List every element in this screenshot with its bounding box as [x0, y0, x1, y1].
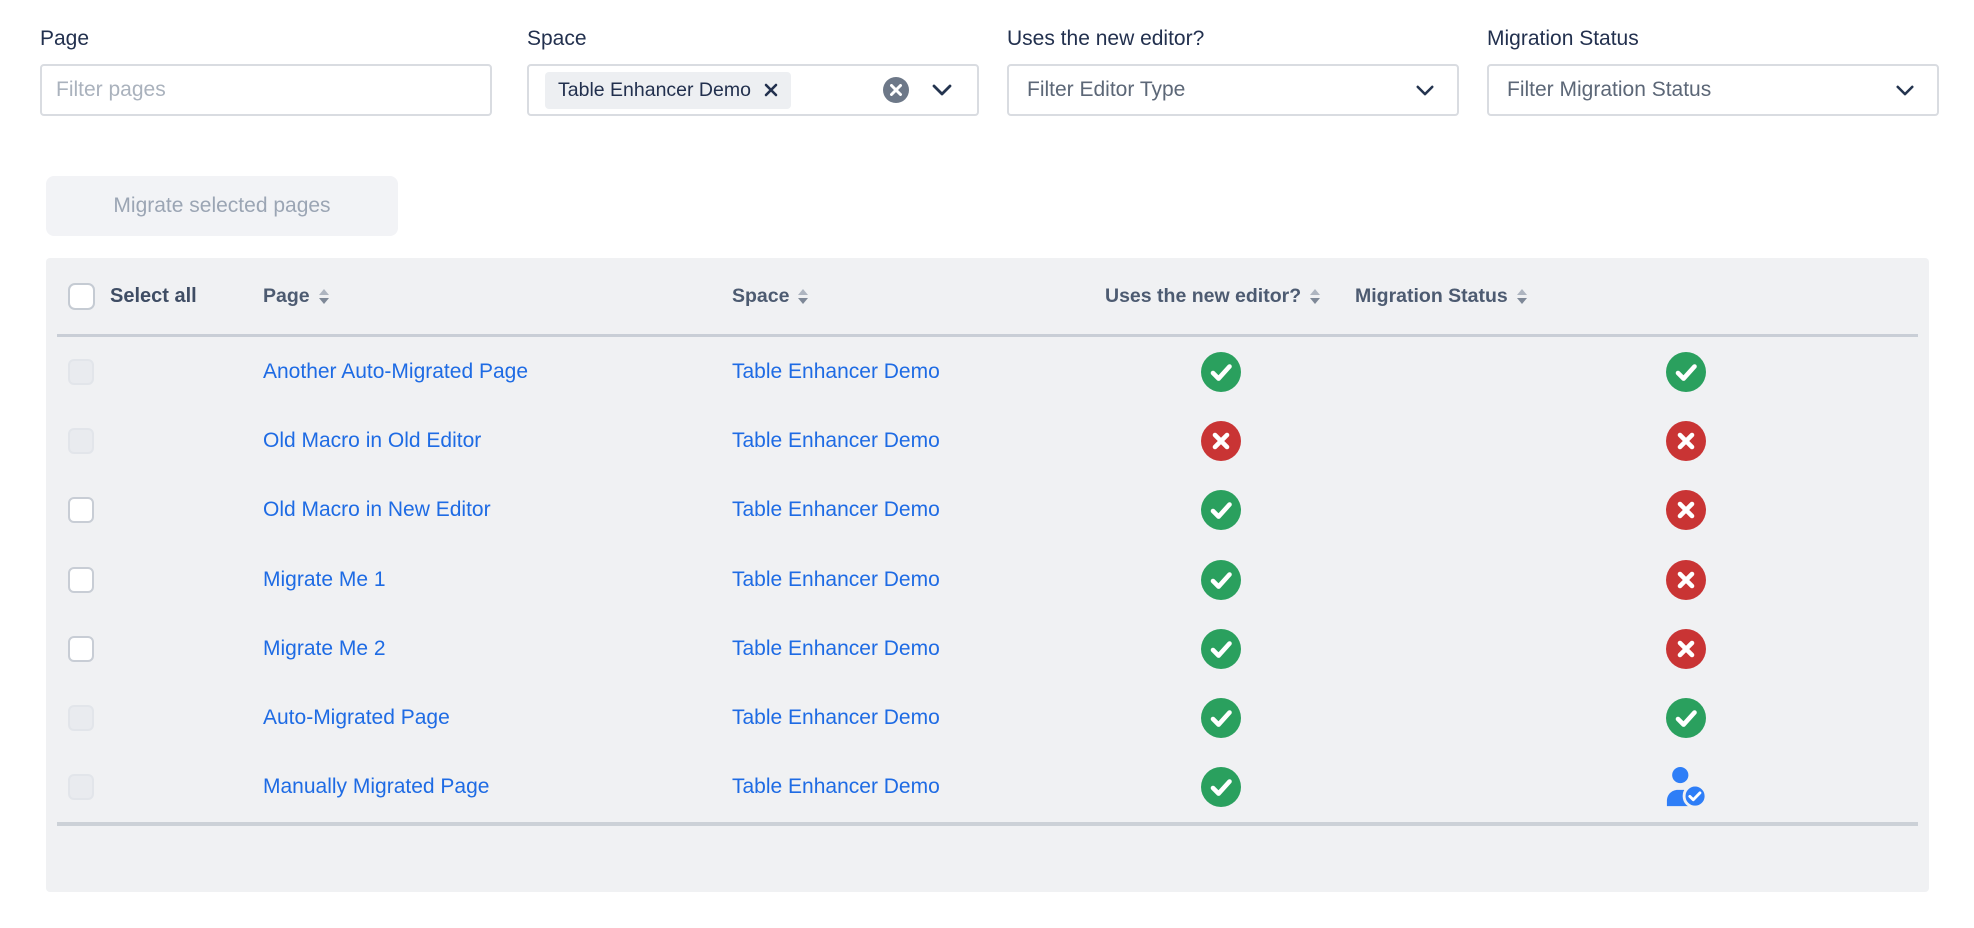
editor-filter-label: Uses the new editor?	[1007, 26, 1459, 52]
row-checkbox	[68, 774, 94, 800]
table-row: Auto-Migrated Page Table Enhancer Demo	[57, 683, 1918, 752]
table-bottom-divider	[57, 822, 1918, 826]
table-header-row: Select all Page Space Uses the new edito…	[57, 258, 1918, 337]
row-checkbox	[68, 428, 94, 454]
sort-icon[interactable]	[1310, 289, 1320, 304]
migration-filter-placeholder: Filter Migration Status	[1507, 78, 1895, 102]
space-dropdown-chevron-icon[interactable]	[931, 83, 953, 97]
status-yes-icon	[1200, 697, 1242, 739]
sort-icon[interactable]	[798, 289, 808, 304]
table-body: Another Auto-Migrated Page Table Enhance…	[57, 337, 1918, 822]
migration-dropdown-chevron-icon[interactable]	[1895, 84, 1915, 97]
column-header-space[interactable]: Space	[732, 285, 1105, 308]
table-row: Old Macro in New Editor Table Enhancer D…	[57, 476, 1918, 545]
space-filter-group: Space Table Enhancer Demo	[527, 26, 979, 116]
editor-filter-placeholder: Filter Editor Type	[1027, 78, 1415, 102]
column-header-migration-label: Migration Status	[1355, 285, 1508, 308]
space-link[interactable]: Table Enhancer Demo	[732, 637, 940, 660]
column-header-editor[interactable]: Uses the new editor?	[1105, 285, 1355, 308]
select-all-label: Select all	[110, 285, 197, 308]
space-selected-tag: Table Enhancer Demo	[545, 72, 791, 109]
column-header-migration[interactable]: Migration Status	[1355, 285, 1918, 308]
tag-remove-icon[interactable]	[764, 83, 778, 97]
column-header-space-label: Space	[732, 285, 789, 308]
row-checkbox[interactable]	[68, 636, 94, 662]
status-not-migrated-icon	[1665, 420, 1707, 462]
space-link[interactable]: Table Enhancer Demo	[732, 360, 940, 383]
status-no-icon	[1200, 420, 1242, 462]
migration-filter-group: Migration Status Filter Migration Status	[1487, 26, 1939, 116]
migrate-selected-button[interactable]: Migrate selected pages	[46, 176, 398, 236]
clear-all-icon[interactable]	[883, 77, 909, 103]
status-not-migrated-icon	[1665, 628, 1707, 670]
status-yes-icon	[1200, 489, 1242, 531]
status-yes-icon	[1200, 351, 1242, 393]
status-yes-icon	[1200, 628, 1242, 670]
row-checkbox	[68, 705, 94, 731]
space-tag-label: Table Enhancer Demo	[558, 79, 751, 102]
pages-table: Select all Page Space Uses the new edito…	[46, 258, 1929, 892]
status-yes-icon	[1200, 766, 1242, 808]
row-checkbox[interactable]	[68, 497, 94, 523]
space-link[interactable]: Table Enhancer Demo	[732, 498, 940, 521]
space-link[interactable]: Table Enhancer Demo	[732, 429, 940, 452]
page-filter-input[interactable]	[40, 64, 492, 116]
page-migration-screen: Page Space Table Enhancer Demo	[0, 0, 1974, 928]
page-link[interactable]: Auto-Migrated Page	[263, 706, 450, 729]
table-row: Another Auto-Migrated Page Table Enhance…	[57, 337, 1918, 406]
column-header-editor-label: Uses the new editor?	[1105, 285, 1301, 308]
column-header-page[interactable]: Page	[263, 285, 732, 308]
migration-filter-label: Migration Status	[1487, 26, 1939, 52]
editor-dropdown-chevron-icon[interactable]	[1415, 84, 1435, 97]
page-link[interactable]: Old Macro in New Editor	[263, 498, 491, 521]
page-filter-label: Page	[40, 26, 492, 52]
page-link[interactable]: Migrate Me 2	[263, 637, 386, 660]
space-link[interactable]: Table Enhancer Demo	[732, 706, 940, 729]
page-link[interactable]: Old Macro in Old Editor	[263, 429, 481, 452]
space-filter-label: Space	[527, 26, 979, 52]
table-row: Manually Migrated Page Table Enhancer De…	[57, 753, 1918, 822]
page-link[interactable]: Manually Migrated Page	[263, 775, 489, 798]
page-link[interactable]: Another Auto-Migrated Page	[263, 360, 528, 383]
row-checkbox	[68, 359, 94, 385]
table-row: Old Macro in Old Editor Table Enhancer D…	[57, 406, 1918, 475]
status-yes-icon	[1200, 559, 1242, 601]
row-checkbox[interactable]	[68, 567, 94, 593]
column-header-page-label: Page	[263, 285, 310, 308]
space-link[interactable]: Table Enhancer Demo	[732, 775, 940, 798]
status-migrated-icon	[1665, 351, 1707, 393]
status-migrated-icon	[1665, 697, 1707, 739]
page-filter-group: Page	[40, 26, 492, 116]
page-link[interactable]: Migrate Me 1	[263, 568, 386, 591]
sort-icon[interactable]	[319, 289, 329, 304]
space-link[interactable]: Table Enhancer Demo	[732, 568, 940, 591]
editor-filter-select[interactable]: Filter Editor Type	[1007, 64, 1459, 116]
editor-filter-group: Uses the new editor? Filter Editor Type	[1007, 26, 1459, 116]
status-not-migrated-icon	[1665, 559, 1707, 601]
space-filter-select[interactable]: Table Enhancer Demo	[527, 64, 979, 116]
status-not-migrated-icon	[1665, 489, 1707, 531]
sort-icon[interactable]	[1517, 289, 1527, 304]
status-manually-migrated-icon	[1665, 766, 1707, 808]
table-row: Migrate Me 1 Table Enhancer Demo	[57, 545, 1918, 614]
migration-filter-select[interactable]: Filter Migration Status	[1487, 64, 1939, 116]
select-all-checkbox[interactable]	[68, 283, 95, 310]
table-row: Migrate Me 2 Table Enhancer Demo	[57, 614, 1918, 683]
